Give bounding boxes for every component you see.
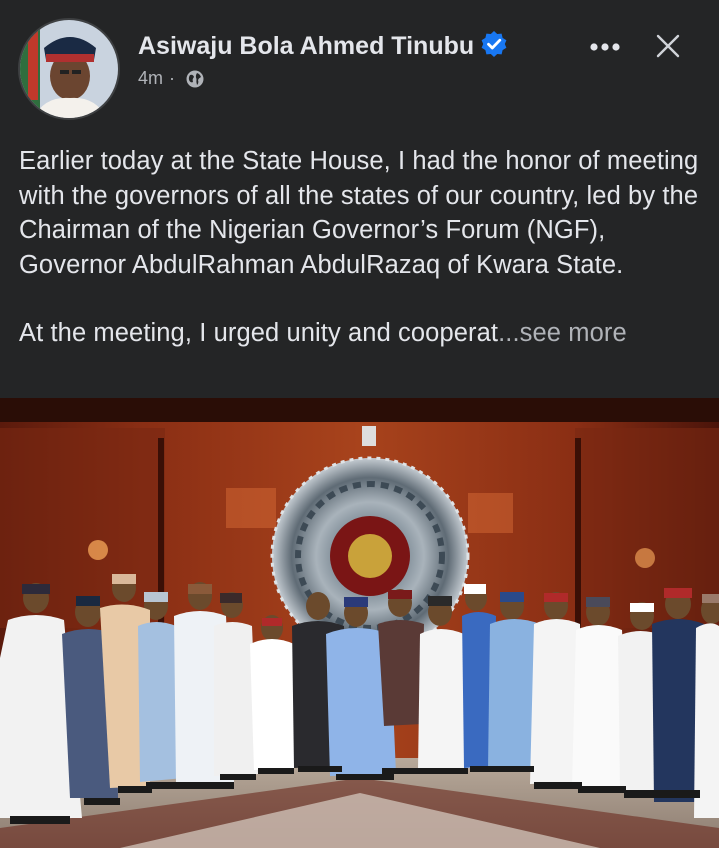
author-avatar[interactable] (18, 18, 120, 120)
post-header: Asiwaju Bola Ahmed Tinubu 4m · (0, 0, 719, 130)
post-card: Asiwaju Bola Ahmed Tinubu 4m · Earlier t… (0, 0, 719, 848)
post-paragraph-1: Earlier today at the State House, I had … (19, 147, 699, 279)
post-meta: 4m · (138, 68, 205, 89)
verified-badge-icon (481, 31, 507, 57)
post-paragraph-2: At the meeting, I urged unity and cooper… (19, 316, 703, 351)
meta-separator: · (169, 68, 176, 88)
globe-icon (186, 70, 204, 87)
author-name[interactable]: Asiwaju Bola Ahmed Tinubu (138, 32, 474, 60)
author-name-row: Asiwaju Bola Ahmed Tinubu (138, 30, 508, 61)
post-timestamp[interactable]: 4m (138, 68, 163, 89)
more-options-icon[interactable] (582, 32, 626, 62)
post-paragraph-2-text: At the meeting, I urged unity and cooper… (19, 319, 499, 347)
close-icon[interactable] (650, 28, 686, 64)
see-more-link[interactable]: ...see more (498, 319, 627, 347)
post-text: Earlier today at the State House, I had … (19, 144, 703, 351)
post-photo[interactable] (0, 398, 719, 848)
group-photo-image (0, 398, 719, 848)
